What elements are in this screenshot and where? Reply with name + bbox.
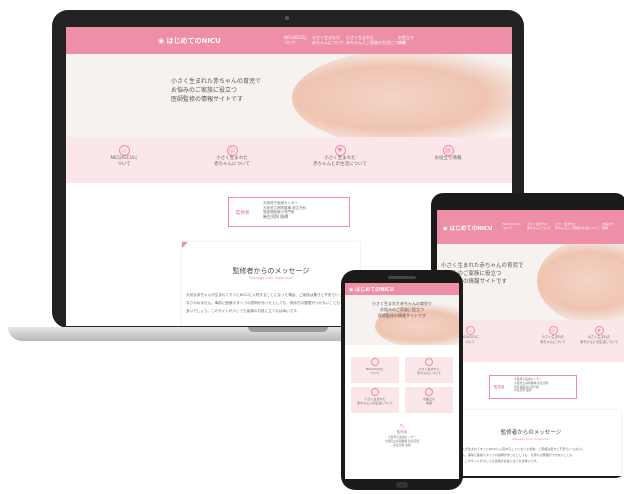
logo-mark-icon: ◉ [158,37,167,45]
bed-icon: ▭ [465,326,475,335]
supervisor-badge: 監修者 [494,385,505,389]
family-icon [371,388,379,396]
nav-item-baby[interactable]: 小さく生まれた 赤ちゃんについて [312,35,344,45]
family-icon: ♥ [334,145,346,156]
supervisor-box: 監修者 大阪母子医療センター 大阪府立病院機構 新生児科 周産期医療の専門家 新… [228,197,350,227]
bed-icon [371,358,379,366]
book-icon [425,388,433,396]
phone-home-button [396,482,408,488]
message-subtitle: Message from Supervisor [511,437,551,441]
message-section: 監修者からのメッセージ Message from Supervisor 大切な赤… [182,242,360,326]
phone-header: ◉ はじめてのNICU [345,283,459,295]
tablet-cards: ▭ NICU/GCUに ついて ☺ 小さく生まれた 赤ちゃんについて ♥ 小さく生ま… [437,320,624,362]
phone-cell-life[interactable]: 小さく生まれた 赤ちゃんとの生活について [351,387,399,413]
nav-item-info[interactable]: お役立ち 情報 [398,35,414,45]
tablet-nav-life[interactable]: 小さく生まれた 赤ちゃんとご家族の生活について [555,222,600,230]
logo-mark-icon: ◉ [443,226,450,232]
phone-speaker [388,276,416,279]
phone-cell-info[interactable]: お役立ち 情報 [405,387,453,413]
tablet-hero: 小さく生まれた赤ちゃんの育児で お悩みのご家族に役立つ 医師監修の情報サイトです [437,244,624,320]
message-body: 大切な赤ちゃんが生まれてすぐにNICUに入院することになった場合、ご家族は驚きと… [186,293,353,313]
hero-banner: 小さく生まれた赤ちゃんの育児で お悩みのご家族に役立つ 医師監修の情報サイトです [66,54,512,137]
card-baby[interactable]: ☺ 小さく生まれた 赤ちゃんについて [184,145,280,168]
laptop-notch [248,327,328,332]
supervisor-badge: 監修者 [236,211,250,216]
phone-cell-nicu[interactable]: NICU/GCUに ついて [351,357,399,383]
site-header: ◉ はじめてのNICU NICU/GCUに ついて 小さく生まれた 赤ちゃんについて… [66,27,512,54]
baby-icon: ☺ [226,145,238,156]
baby-icon [425,358,433,366]
bed-icon: ▭ [118,145,130,156]
supervisor-details: 大阪母子医療センター 大阪府立病院機構 新生児科 周産期医療の専門家 新生児科 … [263,201,307,219]
category-cards: ▭ NICU/GCUに ついて ☺ 小さく生まれた 赤ちゃんについて ♥ 小さく生ま… [66,137,512,183]
phone-hero: 小さく生まれた赤ちゃんの育児で お悩みのご家族に役立つ 医師監修の情報サイトです [345,295,459,345]
hero-text: 小さく生まれた赤ちゃんの育児で お悩みのご家族に役立つ 医師監修の情報サイトです [171,78,262,103]
nav-item-nicu[interactable]: NICU/GCUに ついて [284,35,308,45]
message-title: 監修者からのメッセージ [232,267,310,275]
phone-screen: ◉ はじめてのNICU 小さく生まれた赤ちゃんの育児で お悩みのご家族に役立つ … [345,283,459,479]
phone-supervisor: ✎ 監修者 大阪母子医療センター 大阪府立病院機構 新生児科 新生児科 医師 [345,423,459,447]
nav-item-life[interactable]: 小さく生まれた 赤ちゃんとご家族の生活について [346,35,406,45]
baby-hand-image [537,244,624,320]
tablet-screen: ◉ はじめてのNICU NICU/GCUに ついて 小さく生まれた 赤ちゃんについて… [437,210,624,476]
phone-cell-baby[interactable]: 小さく生まれた 赤ちゃんについて [405,357,453,383]
tablet-nav-baby[interactable]: 小さく生まれた 赤ちゃんについて [527,222,551,230]
card-nicu[interactable]: ▭ NICU/GCUに ついて [76,145,172,168]
tablet-header: ◉ はじめてのNICU NICU/GCUに ついて 小さく生まれた 赤ちゃんについて… [437,210,624,244]
supervisor-icon: ✎ [399,423,405,430]
card-life[interactable]: ♥ 小さく生まれた 赤ちゃんとの生活について [292,145,388,168]
tablet-nav-nicu[interactable]: NICU/GCUに ついて [503,222,521,230]
tablet-supervisor-box: 監修者 大阪母子医療センター 大阪府立病院機構 新生児科 周産期医療の専門家 新… [489,375,577,399]
family-icon: ♥ [594,326,604,335]
baby-icon: ☺ [548,326,558,335]
card-info[interactable]: ▤ お役立ち情報 [400,145,496,162]
tablet-nav-info[interactable]: お役立ち 情報 [602,222,614,230]
supervisor-details: 大阪母子医療センター 大阪府立病院機構 新生児科 周産期医療の専門家 新生児科 … [514,377,549,393]
supervisor-details: 大阪母子医療センター 大阪府立病院機構 新生児科 新生児科 医師 [384,435,420,447]
message-title: 監修者からのメッセージ [500,430,562,436]
tablet-card-baby[interactable]: ☺ 小さく生まれた 赤ちゃんについて [531,326,575,344]
tablet-logo[interactable]: ◉ はじめてのNICU [443,224,492,232]
laptop-camera [285,16,289,20]
book-icon: ▤ [442,145,454,156]
corner-accent [182,242,188,248]
site-logo[interactable]: ◉ はじめてのNICU [158,36,221,46]
message-body: 大切な赤ちゃんが生まれてすぐにNICUに入院することになった場合、ご家族は驚きと… [444,447,584,463]
tablet-card-life[interactable]: ♥ 小さく生まれた 赤ちゃんとの生活について [577,326,621,344]
message-subtitle: Message from Supervisor [248,276,294,280]
phone-hero-text: 小さく生まれた赤ちゃんの育児で お悩みのご家族に役立つ 医師監修の情報サイトです [372,301,432,318]
tablet-message: 監修者からのメッセージ Message from Supervisor 大切な赤… [441,410,621,476]
phone-logo[interactable]: ◉ はじめてのNICU [349,286,394,293]
baby-hand-image [292,54,512,137]
